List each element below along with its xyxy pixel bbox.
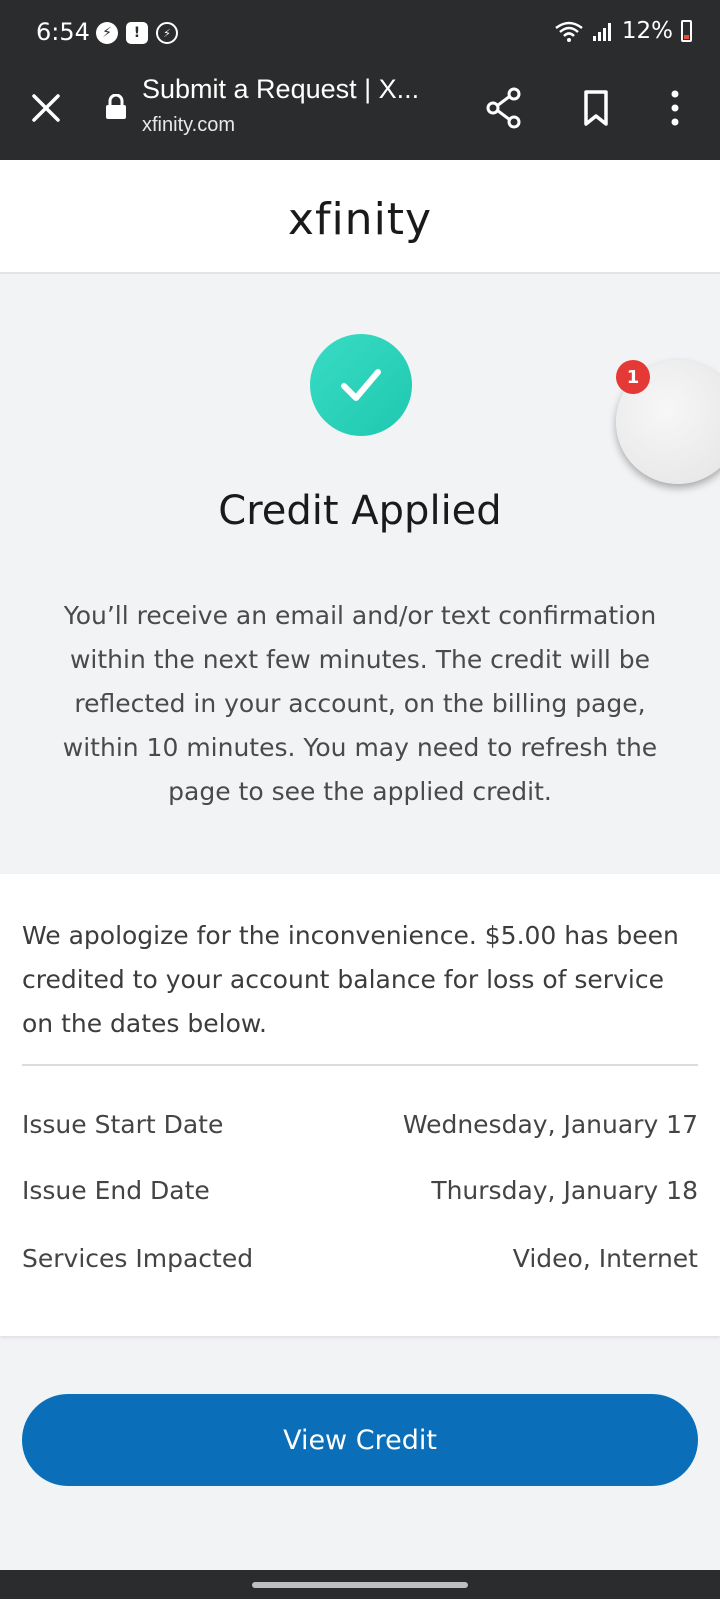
detail-value: Wednesday, January 17	[402, 1110, 698, 1139]
alert-icon: !	[126, 22, 148, 44]
wifi-icon	[555, 21, 583, 42]
page-title[interactable]: Submit a Request | X...	[142, 74, 419, 105]
page-url[interactable]: xfinity.com	[142, 114, 235, 137]
web-page: xfinity Credit Applied You’ll receive an…	[0, 160, 720, 1570]
messenger-outline-icon: ⚡	[156, 22, 178, 44]
checkmark-icon	[310, 334, 412, 436]
confirmation-section: Credit Applied You’ll receive an email a…	[0, 276, 720, 856]
detail-label: Issue Start Date	[22, 1110, 224, 1139]
more-options-icon[interactable]	[660, 88, 690, 128]
detail-row: Issue End Date Thursday, January 18	[22, 1176, 698, 1205]
signal-icon	[592, 23, 611, 41]
bookmark-icon[interactable]	[576, 88, 616, 128]
credit-details-card: We apologize for the inconvenience. $5.0…	[0, 874, 720, 1336]
system-icons: 12%	[554, 18, 692, 44]
battery-percent: 12%	[621, 18, 673, 44]
detail-row: Services Impacted Video, Internet	[22, 1244, 698, 1273]
close-icon[interactable]	[26, 88, 66, 128]
detail-label: Services Impacted	[22, 1244, 254, 1273]
system-nav-bar	[0, 1570, 720, 1599]
notification-icons: ⚡ ! ⚡	[96, 22, 178, 44]
detail-row: Issue Start Date Wednesday, January 17	[22, 1110, 698, 1139]
status-time: 6:54	[36, 18, 90, 46]
lock-icon	[106, 94, 126, 119]
battery-icon	[681, 20, 692, 42]
home-gesture-handle[interactable]	[252, 1582, 468, 1588]
status-bar: 6:54 ⚡ ! ⚡ 12%	[0, 0, 720, 66]
divider	[22, 1064, 698, 1066]
site-header: xfinity	[0, 160, 720, 274]
detail-value: Thursday, January 18	[431, 1176, 698, 1205]
view-credit-button[interactable]: View Credit	[22, 1394, 698, 1486]
detail-label: Issue End Date	[22, 1176, 210, 1205]
xfinity-logo[interactable]: xfinity	[0, 194, 720, 245]
share-icon[interactable]	[484, 86, 524, 130]
notification-badge: 1	[616, 360, 650, 394]
detail-value: Video, Internet	[512, 1244, 698, 1273]
apology-text: We apologize for the inconvenience. $5.0…	[22, 921, 679, 1038]
confirmation-description: You’ll receive an email and/or text conf…	[62, 601, 658, 806]
messenger-icon: ⚡	[96, 22, 118, 44]
browser-toolbar: Submit a Request | X... xfinity.com	[0, 66, 720, 160]
confirmation-title: Credit Applied	[218, 488, 502, 534]
